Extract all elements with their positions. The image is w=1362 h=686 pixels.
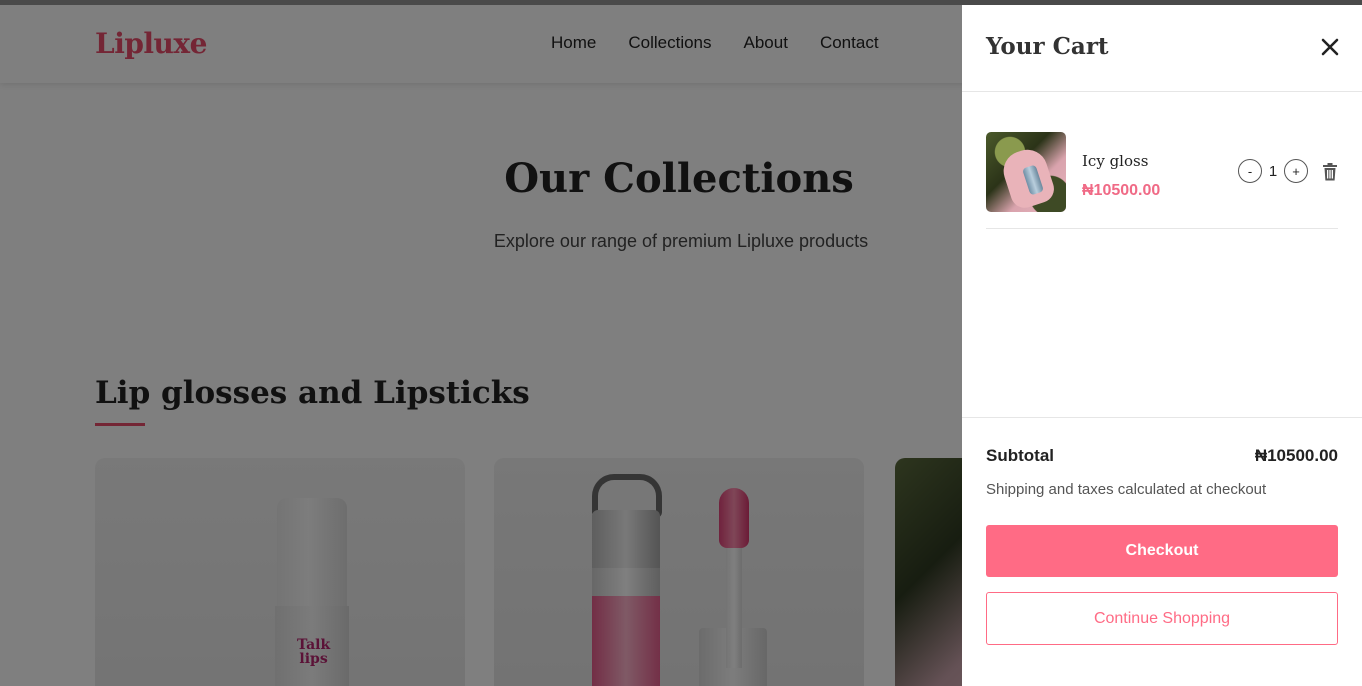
cart-drawer: Your Cart Icy gloss ₦10500.00 - 1 + Subt… bbox=[962, 5, 1362, 686]
trash-icon bbox=[1323, 163, 1337, 181]
cart-item-image bbox=[986, 132, 1066, 212]
cart-footer: Subtotal ₦10500.00 Shipping and taxes ca… bbox=[962, 417, 1362, 686]
cart-item-name: Icy gloss bbox=[1082, 152, 1149, 170]
continue-shopping-button[interactable]: Continue Shopping bbox=[986, 592, 1338, 645]
quantity-value: 1 bbox=[1268, 162, 1278, 180]
cart-item: Icy gloss ₦10500.00 - 1 + bbox=[986, 112, 1338, 229]
shipping-note: Shipping and taxes calculated at checkou… bbox=[986, 481, 1267, 498]
cart-title: Your Cart bbox=[986, 33, 1109, 60]
remove-item-button[interactable] bbox=[1322, 163, 1338, 181]
close-cart-button[interactable] bbox=[1318, 35, 1342, 59]
subtotal-label: Subtotal bbox=[986, 446, 1054, 465]
close-icon bbox=[1321, 38, 1339, 56]
checkout-button[interactable]: Checkout bbox=[986, 525, 1338, 577]
quantity-stepper: - 1 + bbox=[1238, 159, 1308, 183]
decrease-quantity-button[interactable]: - bbox=[1238, 159, 1262, 183]
cart-header: Your Cart bbox=[962, 5, 1362, 92]
cart-item-price: ₦10500.00 bbox=[1082, 182, 1161, 199]
subtotal-value: ₦10500.00 bbox=[1254, 446, 1338, 465]
increase-quantity-button[interactable]: + bbox=[1284, 159, 1308, 183]
browser-top-strip bbox=[0, 0, 1362, 5]
